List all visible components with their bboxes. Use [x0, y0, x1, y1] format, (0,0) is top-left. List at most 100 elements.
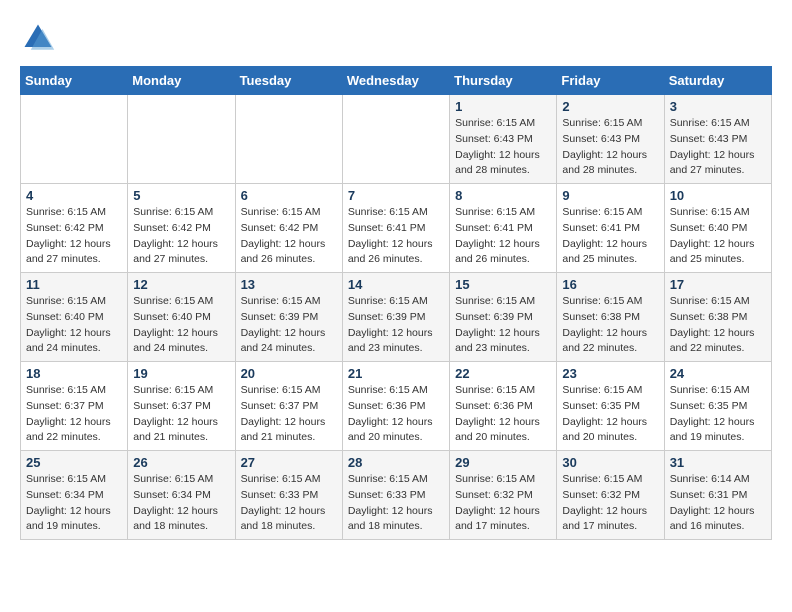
- day-info: Sunrise: 6:15 AM Sunset: 6:40 PM Dayligh…: [133, 294, 229, 357]
- calendar-cell: 1 Sunrise: 6:15 AM Sunset: 6:43 PM Daylig…: [450, 95, 557, 184]
- day-number: 31: [670, 455, 766, 470]
- day-number: 15: [455, 277, 551, 292]
- calendar-cell: 5 Sunrise: 6:15 AM Sunset: 6:42 PM Daylig…: [128, 184, 235, 273]
- day-number: 3: [670, 99, 766, 114]
- calendar-week-row: 25 Sunrise: 6:15 AM Sunset: 6:34 PM Dayli…: [21, 451, 772, 540]
- day-info: Sunrise: 6:15 AM Sunset: 6:43 PM Dayligh…: [670, 116, 766, 179]
- calendar-cell: 19Sunrise: 6:15 AM Sunset: 6:37 PM Dayli…: [128, 362, 235, 451]
- day-number: 5: [133, 188, 229, 203]
- day-info: Sunrise: 6:15 AM Sunset: 6:37 PM Dayligh…: [241, 383, 337, 446]
- calendar-cell: 9 Sunrise: 6:15 AM Sunset: 6:41 PM Daylig…: [557, 184, 664, 273]
- calendar-cell: 28Sunrise: 6:15 AM Sunset: 6:33 PM Dayli…: [342, 451, 449, 540]
- day-info: Sunrise: 6:15 AM Sunset: 6:39 PM Dayligh…: [348, 294, 444, 357]
- calendar-cell: 14 Sunrise: 6:15 AM Sunset: 6:39 PM Dayli…: [342, 273, 449, 362]
- day-info: Sunrise: 6:14 AM Sunset: 6:31 PM Dayligh…: [670, 472, 766, 535]
- calendar-cell: 16 Sunrise: 6:15 AM Sunset: 6:38 PM Dayli…: [557, 273, 664, 362]
- day-number: 28: [348, 455, 444, 470]
- weekday-header-tuesday: Tuesday: [235, 67, 342, 95]
- day-info: Sunrise: 6:15 AM Sunset: 6:39 PM Dayligh…: [241, 294, 337, 357]
- weekday-header-sunday: Sunday: [21, 67, 128, 95]
- calendar-cell: 11Sunrise: 6:15 AM Sunset: 6:40 PM Dayli…: [21, 273, 128, 362]
- day-info: Sunrise: 6:15 AM Sunset: 6:42 PM Dayligh…: [26, 205, 122, 268]
- calendar-cell: 12Sunrise: 6:15 AM Sunset: 6:40 PM Dayli…: [128, 273, 235, 362]
- logo-icon: [20, 20, 56, 56]
- day-number: 29: [455, 455, 551, 470]
- calendar-cell: 31 Sunrise: 6:14 AM Sunset: 6:31 PM Dayli…: [664, 451, 771, 540]
- day-info: Sunrise: 6:15 AM Sunset: 6:32 PM Dayligh…: [562, 472, 658, 535]
- day-info: Sunrise: 6:15 AM Sunset: 6:42 PM Dayligh…: [241, 205, 337, 268]
- day-number: 19: [133, 366, 229, 381]
- day-info: Sunrise: 6:15 AM Sunset: 6:41 PM Dayligh…: [455, 205, 551, 268]
- calendar-cell: 4 Sunrise: 6:15 AM Sunset: 6:42 PM Daylig…: [21, 184, 128, 273]
- day-number: 13: [241, 277, 337, 292]
- weekday-header-wednesday: Wednesday: [342, 67, 449, 95]
- day-number: 21: [348, 366, 444, 381]
- weekday-header-saturday: Saturday: [664, 67, 771, 95]
- day-number: 10: [670, 188, 766, 203]
- calendar-cell: 10Sunrise: 6:15 AM Sunset: 6:40 PM Dayli…: [664, 184, 771, 273]
- day-info: Sunrise: 6:15 AM Sunset: 6:43 PM Dayligh…: [455, 116, 551, 179]
- day-number: 14: [348, 277, 444, 292]
- day-number: 30: [562, 455, 658, 470]
- calendar-cell: 15 Sunrise: 6:15 AM Sunset: 6:39 PM Dayli…: [450, 273, 557, 362]
- calendar-cell: 22Sunrise: 6:15 AM Sunset: 6:36 PM Dayli…: [450, 362, 557, 451]
- calendar-cell: [21, 95, 128, 184]
- day-info: Sunrise: 6:15 AM Sunset: 6:40 PM Dayligh…: [26, 294, 122, 357]
- day-number: 8: [455, 188, 551, 203]
- calendar-week-row: 11Sunrise: 6:15 AM Sunset: 6:40 PM Dayli…: [21, 273, 772, 362]
- page-header: [20, 20, 772, 56]
- calendar-body: 1 Sunrise: 6:15 AM Sunset: 6:43 PM Daylig…: [21, 95, 772, 540]
- logo: [20, 20, 60, 56]
- day-number: 27: [241, 455, 337, 470]
- calendar-cell: 7 Sunrise: 6:15 AM Sunset: 6:41 PM Daylig…: [342, 184, 449, 273]
- day-info: Sunrise: 6:15 AM Sunset: 6:43 PM Dayligh…: [562, 116, 658, 179]
- day-number: 16: [562, 277, 658, 292]
- day-info: Sunrise: 6:15 AM Sunset: 6:41 PM Dayligh…: [348, 205, 444, 268]
- calendar-cell: [342, 95, 449, 184]
- day-info: Sunrise: 6:15 AM Sunset: 6:35 PM Dayligh…: [562, 383, 658, 446]
- day-number: 25: [26, 455, 122, 470]
- calendar-cell: 13 Sunrise: 6:15 AM Sunset: 6:39 PM Dayli…: [235, 273, 342, 362]
- calendar-cell: 26 Sunrise: 6:15 AM Sunset: 6:34 PM Dayli…: [128, 451, 235, 540]
- day-info: Sunrise: 6:15 AM Sunset: 6:38 PM Dayligh…: [670, 294, 766, 357]
- calendar-cell: 2Sunrise: 6:15 AM Sunset: 6:43 PM Daylig…: [557, 95, 664, 184]
- day-info: Sunrise: 6:15 AM Sunset: 6:34 PM Dayligh…: [133, 472, 229, 535]
- calendar-cell: 21 Sunrise: 6:15 AM Sunset: 6:36 PM Dayli…: [342, 362, 449, 451]
- calendar-cell: 18Sunrise: 6:15 AM Sunset: 6:37 PM Dayli…: [21, 362, 128, 451]
- day-number: 23: [562, 366, 658, 381]
- day-info: Sunrise: 6:15 AM Sunset: 6:42 PM Dayligh…: [133, 205, 229, 268]
- calendar-week-row: 4 Sunrise: 6:15 AM Sunset: 6:42 PM Daylig…: [21, 184, 772, 273]
- day-info: Sunrise: 6:15 AM Sunset: 6:39 PM Dayligh…: [455, 294, 551, 357]
- weekday-header-row: SundayMondayTuesdayWednesdayThursdayFrid…: [21, 67, 772, 95]
- day-info: Sunrise: 6:15 AM Sunset: 6:41 PM Dayligh…: [562, 205, 658, 268]
- day-number: 20: [241, 366, 337, 381]
- day-number: 9: [562, 188, 658, 203]
- day-number: 4: [26, 188, 122, 203]
- calendar-cell: 20 Sunrise: 6:15 AM Sunset: 6:37 PM Dayli…: [235, 362, 342, 451]
- calendar-cell: 30 Sunrise: 6:15 AM Sunset: 6:32 PM Dayli…: [557, 451, 664, 540]
- calendar-cell: 17 Sunrise: 6:15 AM Sunset: 6:38 PM Dayli…: [664, 273, 771, 362]
- day-number: 7: [348, 188, 444, 203]
- calendar-cell: 25 Sunrise: 6:15 AM Sunset: 6:34 PM Dayli…: [21, 451, 128, 540]
- calendar-cell: 29 Sunrise: 6:15 AM Sunset: 6:32 PM Dayli…: [450, 451, 557, 540]
- day-number: 26: [133, 455, 229, 470]
- day-number: 18: [26, 366, 122, 381]
- calendar-cell: 8 Sunrise: 6:15 AM Sunset: 6:41 PM Daylig…: [450, 184, 557, 273]
- calendar-week-row: 1 Sunrise: 6:15 AM Sunset: 6:43 PM Daylig…: [21, 95, 772, 184]
- calendar-cell: 3 Sunrise: 6:15 AM Sunset: 6:43 PM Daylig…: [664, 95, 771, 184]
- day-info: Sunrise: 6:15 AM Sunset: 6:32 PM Dayligh…: [455, 472, 551, 535]
- weekday-header-monday: Monday: [128, 67, 235, 95]
- calendar-cell: [128, 95, 235, 184]
- day-info: Sunrise: 6:15 AM Sunset: 6:35 PM Dayligh…: [670, 383, 766, 446]
- day-info: Sunrise: 6:15 AM Sunset: 6:34 PM Dayligh…: [26, 472, 122, 535]
- calendar-cell: 6Sunrise: 6:15 AM Sunset: 6:42 PM Daylig…: [235, 184, 342, 273]
- calendar-cell: 27Sunrise: 6:15 AM Sunset: 6:33 PM Dayli…: [235, 451, 342, 540]
- day-info: Sunrise: 6:15 AM Sunset: 6:36 PM Dayligh…: [348, 383, 444, 446]
- day-number: 17: [670, 277, 766, 292]
- calendar-week-row: 18 Sunrise: 6:15 AM Sunset: 6:37 PM Dayli…: [21, 362, 772, 451]
- day-number: 1: [455, 99, 551, 114]
- calendar-cell: [235, 95, 342, 184]
- day-info: Sunrise: 6:15 AM Sunset: 6:38 PM Dayligh…: [562, 294, 658, 357]
- weekday-header-friday: Friday: [557, 67, 664, 95]
- calendar-cell: 24Sunrise: 6:15 AM Sunset: 6:35 PM Dayli…: [664, 362, 771, 451]
